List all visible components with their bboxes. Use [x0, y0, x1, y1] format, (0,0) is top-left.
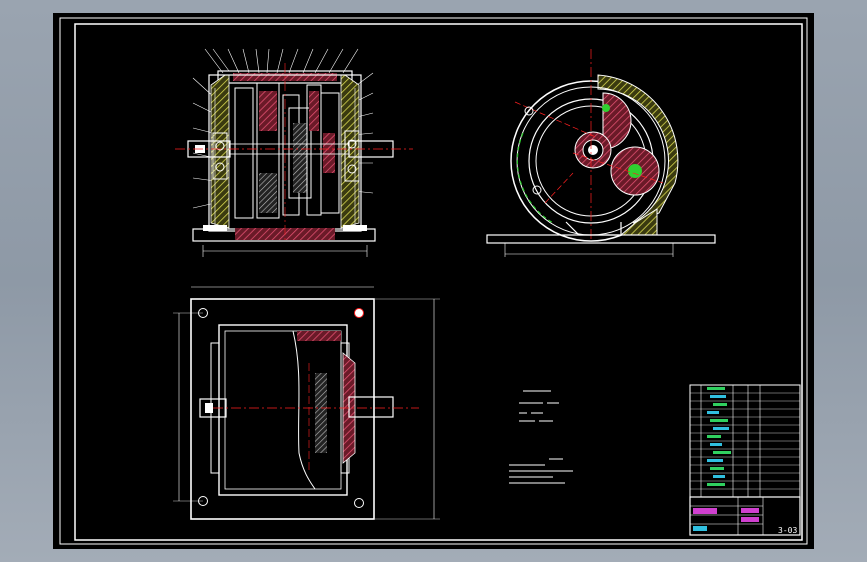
- cad-viewport[interactable]: 3-03: [53, 13, 814, 549]
- parts-list-name-mark: [707, 411, 719, 414]
- parts-list-name-mark: [707, 483, 725, 486]
- drawing-number: 3-03: [778, 526, 797, 535]
- parts-list-name-mark: [710, 443, 722, 446]
- parts-list-name-mark: [707, 387, 725, 390]
- cad-drawing-canvas[interactable]: 3-03: [53, 13, 814, 549]
- parts-list-name-mark: [707, 435, 721, 438]
- parts-list-name-mark: [713, 451, 731, 454]
- parts-list-name-mark: [713, 475, 725, 478]
- parts-list-name-mark: [710, 419, 728, 422]
- parts-list-table[interactable]: [689, 384, 801, 498]
- front-section-view[interactable]: [175, 48, 413, 257]
- technical-notes: [509, 390, 573, 484]
- parts-list-rows: [690, 387, 800, 490]
- parts-list-name-mark: [713, 427, 729, 430]
- parts-list-name-mark: [710, 467, 724, 470]
- top-view[interactable]: [173, 286, 440, 520]
- title-block[interactable]: 3-03: [689, 496, 801, 536]
- parts-list-name-mark: [707, 459, 723, 462]
- side-view[interactable]: [486, 49, 716, 257]
- parts-list-name-mark: [710, 395, 726, 398]
- parts-list-name-mark: [713, 403, 727, 406]
